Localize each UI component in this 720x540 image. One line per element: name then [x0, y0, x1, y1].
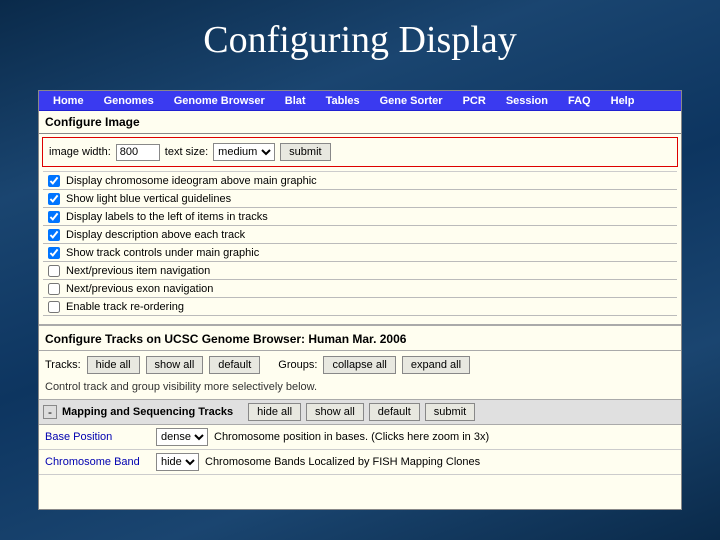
- option-label: Show light blue vertical guidelines: [66, 193, 231, 205]
- expand-all-button[interactable]: expand all: [402, 356, 470, 374]
- image-width-input[interactable]: [116, 144, 160, 161]
- configure-image-header: Configure Image: [39, 111, 681, 134]
- option-row: Display labels to the left of items in t…: [43, 208, 677, 226]
- group-toggle-button[interactable]: -: [43, 405, 57, 419]
- options-table: Display chromosome ideogram above main g…: [43, 171, 677, 316]
- option-label: Display description above each track: [66, 229, 245, 241]
- option-checkbox[interactable]: [48, 283, 60, 295]
- option-checkbox[interactable]: [48, 301, 60, 313]
- group-submit-button[interactable]: submit: [425, 403, 475, 421]
- group-show-all-button[interactable]: show all: [306, 403, 364, 421]
- option-row: Show light blue vertical guidelines: [43, 190, 677, 208]
- nav-genomes[interactable]: Genomes: [94, 95, 164, 107]
- image-width-label: image width:: [49, 146, 111, 158]
- show-all-button[interactable]: show all: [146, 356, 204, 374]
- hide-all-button[interactable]: hide all: [87, 356, 140, 374]
- configure-tracks-header: Configure Tracks on UCSC Genome Browser:…: [39, 324, 681, 351]
- group-title: Mapping and Sequencing Tracks: [62, 406, 243, 418]
- tracks-controls-row: Tracks: hide all show all default Groups…: [39, 351, 681, 379]
- nav-help[interactable]: Help: [601, 95, 645, 107]
- top-navbar: Home Genomes Genome Browser Blat Tables …: [39, 91, 681, 111]
- track-description: Chromosome Bands Localized by FISH Mappi…: [205, 456, 480, 468]
- option-checkbox[interactable]: [48, 211, 60, 223]
- option-row: Next/previous item navigation: [43, 262, 677, 280]
- collapse-all-button[interactable]: collapse all: [323, 356, 395, 374]
- track-link-chromosome-band[interactable]: Chromosome Band: [45, 456, 150, 468]
- text-size-select[interactable]: medium: [213, 143, 275, 161]
- option-label: Next/previous exon navigation: [66, 283, 213, 295]
- track-row: Chromosome Band hide Chromosome Bands Lo…: [39, 450, 681, 475]
- nav-tables[interactable]: Tables: [316, 95, 370, 107]
- option-row: Enable track re-ordering: [43, 298, 677, 316]
- nav-session[interactable]: Session: [496, 95, 558, 107]
- group-hide-all-button[interactable]: hide all: [248, 403, 301, 421]
- text-size-label: text size:: [165, 146, 208, 158]
- submit-button[interactable]: submit: [280, 143, 330, 161]
- track-group-header: - Mapping and Sequencing Tracks hide all…: [39, 399, 681, 425]
- option-row: Display description above each track: [43, 226, 677, 244]
- nav-blat[interactable]: Blat: [275, 95, 316, 107]
- option-row: Show track controls under main graphic: [43, 244, 677, 262]
- option-label: Next/previous item navigation: [66, 265, 210, 277]
- nav-pcr[interactable]: PCR: [453, 95, 496, 107]
- option-row: Next/previous exon navigation: [43, 280, 677, 298]
- tracks-note: Control track and group visibility more …: [39, 379, 681, 399]
- nav-gene-sorter[interactable]: Gene Sorter: [370, 95, 453, 107]
- nav-faq[interactable]: FAQ: [558, 95, 601, 107]
- option-label: Show track controls under main graphic: [66, 247, 259, 259]
- option-label: Display labels to the left of items in t…: [66, 211, 268, 223]
- groups-label: Groups:: [278, 359, 317, 371]
- option-label: Display chromosome ideogram above main g…: [66, 175, 317, 187]
- nav-genome-browser[interactable]: Genome Browser: [164, 95, 275, 107]
- image-controls-row: image width: text size: medium submit: [42, 137, 678, 167]
- option-row: Display chromosome ideogram above main g…: [43, 172, 677, 190]
- group-default-button[interactable]: default: [369, 403, 420, 421]
- option-label: Enable track re-ordering: [66, 301, 184, 313]
- option-checkbox[interactable]: [48, 247, 60, 259]
- nav-home[interactable]: Home: [43, 95, 94, 107]
- track-visibility-select[interactable]: hide: [156, 453, 199, 471]
- track-description: Chromosome position in bases. (Clicks he…: [214, 431, 489, 443]
- default-button[interactable]: default: [209, 356, 260, 374]
- track-row: Base Position dense Chromosome position …: [39, 425, 681, 450]
- option-checkbox[interactable]: [48, 175, 60, 187]
- option-checkbox[interactable]: [48, 229, 60, 241]
- slide-title: Configuring Display: [0, 0, 720, 68]
- option-checkbox[interactable]: [48, 193, 60, 205]
- track-visibility-select[interactable]: dense: [156, 428, 208, 446]
- tracks-label: Tracks:: [45, 359, 81, 371]
- track-link-base-position[interactable]: Base Position: [45, 431, 150, 443]
- app-window: Home Genomes Genome Browser Blat Tables …: [38, 90, 682, 510]
- option-checkbox[interactable]: [48, 265, 60, 277]
